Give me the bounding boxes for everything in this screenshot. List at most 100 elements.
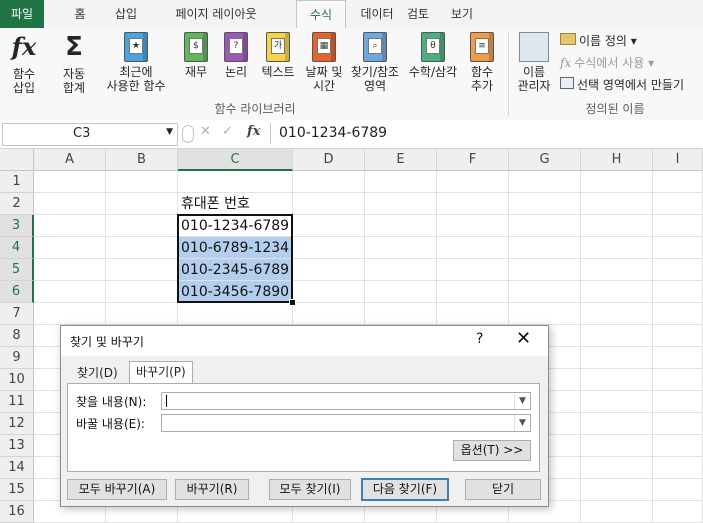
replace-all-button[interactable]: 모두 바꾸기(A) — [67, 479, 167, 500]
column-header-d[interactable]: D — [293, 149, 365, 171]
column-header-b[interactable]: B — [106, 149, 178, 171]
row-header-11[interactable]: 11 — [0, 391, 34, 413]
insert-function-label: 함수 삽입 — [12, 67, 36, 95]
dialog-title: 찾기 및 바꾸기 — [70, 335, 144, 349]
row-header-15[interactable]: 15 — [0, 479, 34, 501]
row-header-14[interactable]: 14 — [0, 457, 34, 479]
find-next-button[interactable]: 다음 찾기(F) — [361, 478, 449, 501]
tab-page-layout[interactable]: 페이지 레이아웃 — [152, 0, 280, 28]
gridline-horizontal — [34, 214, 703, 215]
text-button[interactable]: 가 텍스트 — [258, 32, 298, 79]
cell-c6[interactable]: 010-3456-7890 — [178, 281, 292, 302]
tab-find[interactable]: 찾기(D) — [71, 363, 124, 383]
dialog-titlebar[interactable]: 찾기 및 바꾸기 ? ✕ — [61, 326, 548, 356]
gridline-horizontal — [34, 192, 703, 193]
column-header-a[interactable]: A — [34, 149, 106, 171]
column-header-f[interactable]: F — [437, 149, 509, 171]
ribbon: fx 함수 삽입 Σ 자동 합계 ★ 최근에 사용한 함수 $ 재무 ? 논리 … — [0, 28, 703, 121]
row-header-12[interactable]: 12 — [0, 413, 34, 435]
select-all-corner[interactable] — [0, 149, 34, 171]
math-trig-button[interactable]: θ 수학/삼각 — [404, 32, 462, 79]
date-book-icon: ▦ — [312, 32, 336, 62]
close-icon[interactable]: ✕ — [516, 328, 531, 349]
tab-replace[interactable]: 바꾸기(P) — [129, 361, 193, 384]
cancel-icon[interactable]: ✕ — [200, 124, 211, 139]
replace-label: 바꿀 내용(E): — [76, 417, 145, 431]
row-header-10[interactable]: 10 — [0, 369, 34, 391]
formula-bar-divider-icon — [182, 125, 194, 143]
lookup-reference-button[interactable]: ⌕ 찾기/참조 영역 — [348, 32, 402, 93]
tab-insert[interactable]: 삽입 — [104, 0, 148, 28]
help-icon[interactable]: ? — [476, 331, 483, 347]
name-manager-label: 이름 관리자 — [517, 65, 551, 93]
insert-function-icon[interactable]: fx — [247, 124, 260, 139]
more-functions-button[interactable]: ≡ 함수 추가 — [462, 32, 502, 93]
row-header-16[interactable]: 16 — [0, 501, 34, 523]
column-header-g[interactable]: G — [509, 149, 581, 171]
text-book-icon: 가 — [266, 32, 290, 62]
replace-with-field[interactable]: ▼ — [161, 414, 531, 432]
close-button[interactable]: 닫기 — [465, 479, 541, 500]
fill-handle[interactable] — [289, 299, 296, 306]
chevron-down-icon[interactable]: ▼ — [514, 415, 530, 431]
row-header-8[interactable]: 8 — [0, 325, 34, 347]
row-header-4[interactable]: 4 — [0, 237, 34, 259]
chevron-down-icon[interactable]: ▼ — [514, 393, 530, 409]
chevron-down-icon[interactable]: ▼ — [166, 127, 173, 137]
options-button[interactable]: 옵션(T) >> — [453, 440, 531, 461]
cell-c4[interactable]: 010-6789-1234 — [178, 237, 292, 258]
gridline-horizontal — [34, 258, 703, 259]
use-in-formula-button[interactable]: fx 수식에서 사용 ▾ — [560, 54, 654, 72]
column-header-c[interactable]: C — [178, 149, 293, 171]
name-box[interactable]: C3 ▼ — [2, 123, 178, 146]
name-box-value: C3 — [73, 126, 91, 141]
column-header-e[interactable]: E — [365, 149, 437, 171]
tab-home[interactable]: 홈 — [60, 0, 100, 28]
row-header-6[interactable]: 6 — [0, 281, 34, 303]
replace-button[interactable]: 바꾸기(R) — [175, 479, 249, 500]
row-header-7[interactable]: 7 — [0, 303, 34, 325]
enter-icon[interactable]: ✓ — [222, 124, 233, 139]
row-header-9[interactable]: 9 — [0, 347, 34, 369]
ribbon-tab-bar: 파일 홈 삽입 페이지 레이아웃 수식 데이터 검토 보기 — [0, 0, 703, 30]
row-header-13[interactable]: 13 — [0, 435, 34, 457]
recently-used-button[interactable]: ★ 최근에 사용한 함수 — [98, 32, 174, 93]
cell-c2[interactable]: 휴대폰 번호 — [178, 193, 292, 214]
find-all-button[interactable]: 모두 찾기(I) — [269, 479, 351, 500]
name-manager-button[interactable]: 이름 관리자 — [512, 32, 556, 93]
column-header-i[interactable]: I — [653, 149, 703, 171]
define-name-label: 이름 정의 — [579, 34, 627, 48]
autosum-button[interactable]: Σ 자동 합계 — [50, 32, 98, 95]
find-what-field[interactable]: ▼ — [161, 392, 531, 410]
gridline-vertical — [580, 171, 581, 523]
logical-button[interactable]: ? 논리 — [220, 32, 252, 79]
tab-formulas[interactable]: 수식 — [296, 0, 346, 30]
row-header-2[interactable]: 2 — [0, 193, 34, 215]
cell-c3[interactable]: 010-1234-6789 — [178, 215, 292, 236]
insert-function-icon: fx — [11, 32, 37, 61]
tab-review[interactable]: 검토 — [388, 0, 448, 28]
formula-bar: C3 ▼ ✕ ✓ fx 010-1234-6789 — [0, 120, 703, 149]
autosum-label: 자동 합계 — [62, 67, 86, 95]
create-from-selection-button[interactable]: 선택 영역에서 만들기 — [560, 76, 684, 94]
recent-label: 최근에 사용한 함수 — [106, 65, 166, 93]
formula-input[interactable]: 010-1234-6789 — [270, 123, 703, 144]
sigma-icon: Σ — [65, 32, 83, 62]
tab-view[interactable]: 보기 — [440, 0, 484, 28]
define-name-button[interactable]: 이름 정의 ▾ — [560, 32, 637, 50]
financial-button[interactable]: $ 재무 — [180, 32, 212, 79]
cell-c5[interactable]: 010-2345-6789 — [178, 259, 292, 280]
more-books-icon: ≡ — [470, 32, 494, 62]
date-time-button[interactable]: ▦ 날짜 및 시간 — [302, 32, 346, 93]
row-header-3[interactable]: 3 — [0, 215, 34, 237]
row-header-5[interactable]: 5 — [0, 259, 34, 281]
more-label: 함수 추가 — [470, 65, 494, 93]
use-in-formula-label: 수식에서 사용 — [574, 56, 645, 70]
text-caret-icon — [166, 395, 167, 407]
tab-file[interactable]: 파일 — [0, 0, 44, 28]
row-header-1[interactable]: 1 — [0, 171, 34, 193]
column-header-h[interactable]: H — [581, 149, 653, 171]
insert-function-button[interactable]: fx 함수 삽입 — [4, 32, 44, 95]
fx-small-icon: fx — [560, 56, 572, 70]
gridline-horizontal — [34, 280, 703, 281]
